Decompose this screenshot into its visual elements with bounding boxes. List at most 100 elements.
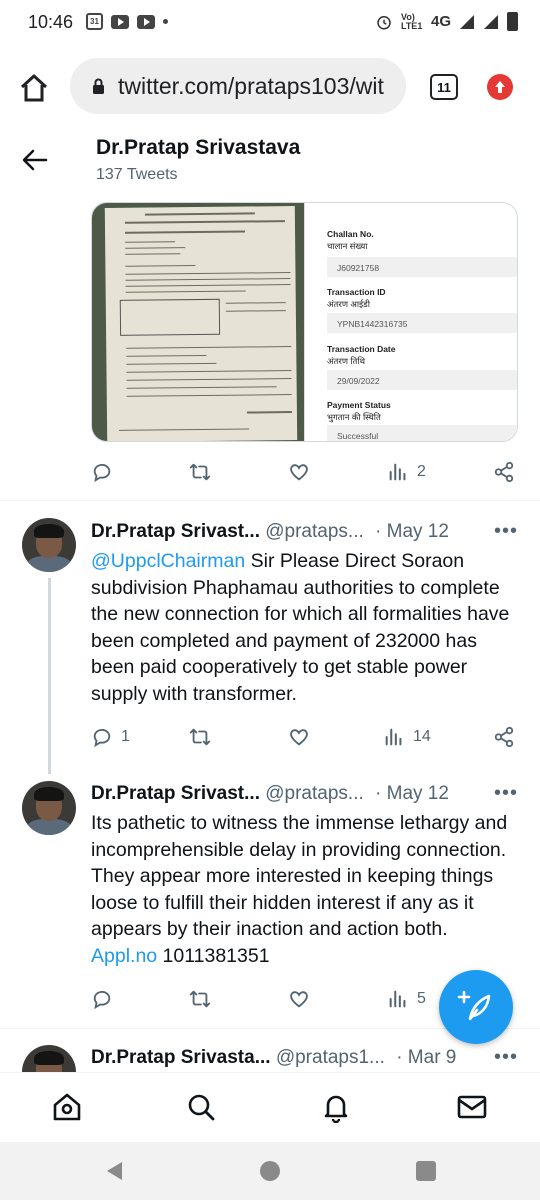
payment-receipt[interactable]: Challan No. चालान संख्या J60921758 Trans… [304, 203, 517, 441]
avatar[interactable] [22, 518, 76, 572]
heart-icon [290, 729, 308, 746]
tweet-header: Dr.Pratap Srivast... @prataps... · May 1… [91, 521, 449, 543]
views-count: 14 [413, 728, 431, 745]
retweet-button[interactable] [189, 722, 219, 752]
tweet-text[interactable]: @UppclChairman Sir Please Direct Soraon … [91, 548, 516, 707]
receipt-value-txn-id: YPNB1442316735 [327, 313, 517, 333]
notifications-bell-icon[interactable] [320, 1091, 352, 1123]
reply-button[interactable] [91, 457, 121, 487]
youtube-icon [111, 14, 129, 29]
views-chart-icon [385, 728, 402, 746]
status-time: 10:46 [28, 12, 74, 32]
bottom-navigation [0, 1072, 540, 1142]
avatar[interactable] [22, 781, 76, 835]
share-button[interactable] [493, 457, 515, 487]
tweet-author-name[interactable]: Dr.Pratap Srivast... [91, 521, 260, 542]
tweet-handle[interactable]: @prataps... [265, 783, 364, 804]
volte-label: Vo) LTE1 [400, 11, 423, 31]
reply-button[interactable] [91, 984, 121, 1014]
views-count: 2 [417, 463, 426, 480]
tweet-date[interactable]: · May 12 [375, 521, 449, 542]
tweet-text-body: Its pathetic to witness the immense leth… [91, 812, 508, 940]
youtube-icon [137, 14, 155, 29]
url-text[interactable]: twitter.com/prataps103/wit [118, 73, 398, 100]
mention-link[interactable]: @UppclChairman [91, 550, 245, 572]
retweet-button[interactable] [189, 457, 219, 487]
views-count: 5 [417, 990, 426, 1007]
tweet-link[interactable]: Appl.no [91, 945, 157, 967]
charges-table [119, 298, 221, 336]
tweet-text-tail: 1011381351 [157, 944, 270, 967]
receipt-label-payment-status: Payment Status [327, 400, 391, 410]
views-chart-icon [389, 463, 406, 481]
share-icon [494, 461, 514, 483]
avatar[interactable] [22, 1045, 76, 1072]
tweet-actions: 1 14 [91, 722, 521, 752]
battery-icon [507, 12, 518, 31]
like-button[interactable] [288, 984, 318, 1014]
home-icon[interactable] [18, 72, 50, 104]
tweet-handle[interactable]: @prataps... [265, 521, 364, 542]
share-icon [494, 726, 514, 748]
reply-count: 1 [121, 728, 130, 745]
share-button[interactable] [493, 722, 515, 752]
tweet-author-name[interactable]: Dr.Pratap Srivasta... [91, 1047, 271, 1068]
reply-icon [93, 728, 111, 748]
update-icon[interactable] [487, 74, 513, 100]
document-paper [104, 206, 298, 441]
back-arrow-icon[interactable] [22, 148, 48, 172]
retweet-icon [189, 463, 211, 481]
retweet-button[interactable] [189, 984, 219, 1014]
receipt-label-txn-date-hi: अंतरण तिथि [327, 356, 366, 366]
tweet-author-name[interactable]: Dr.Pratap Srivast... [91, 783, 260, 804]
address-bar[interactable]: twitter.com/prataps103/wit [70, 58, 406, 114]
compose-tweet-button[interactable] [439, 970, 513, 1044]
tweet-date[interactable]: · Mar 9 [396, 1047, 456, 1068]
tweet-media[interactable]: Challan No. चालान संख्या J60921758 Trans… [91, 202, 518, 442]
document-photo[interactable] [92, 203, 304, 441]
more-options-icon[interactable]: ••• [494, 1046, 518, 1069]
system-status-icons: Vo) LTE1 4G [375, 12, 518, 31]
back-triangle-icon[interactable] [104, 1160, 124, 1182]
compose-feather-icon [457, 990, 491, 1021]
tweet-text[interactable]: Its pathetic to witness the immense leth… [91, 810, 516, 969]
retweet-icon [189, 728, 211, 746]
receipt-label-txn-id-hi: अंतरण आईडी [327, 299, 370, 309]
messages-envelope-icon[interactable] [456, 1091, 488, 1123]
tweet-actions: 2 [91, 457, 521, 487]
more-options-icon[interactable]: ••• [494, 520, 518, 543]
search-nav-icon[interactable] [185, 1091, 217, 1123]
heart-icon [290, 464, 308, 481]
more-notifications-dot-icon [163, 19, 168, 24]
tweet-date[interactable]: · May 12 [375, 783, 449, 804]
home-nav-icon[interactable] [51, 1091, 83, 1123]
views-button[interactable]: 2 [387, 457, 426, 487]
like-button[interactable] [288, 457, 318, 487]
recents-square-icon[interactable] [415, 1160, 437, 1182]
system-navigation-bar [0, 1142, 540, 1200]
receipt-label-txn-date: Transaction Date [327, 344, 396, 354]
notification-icons: 31 [86, 13, 168, 30]
like-button[interactable] [288, 722, 318, 752]
tweet-count: 137 Tweets [96, 166, 178, 183]
calendar-icon: 31 [86, 13, 103, 30]
tab-switcher-button[interactable]: 11 [430, 74, 458, 100]
tweet-header: Dr.Pratap Srivast... @prataps... · May 1… [91, 783, 449, 805]
views-chart-icon [389, 990, 406, 1008]
reply-button[interactable]: 1 [91, 722, 130, 752]
thread-connector [48, 578, 51, 774]
heart-icon [290, 991, 308, 1008]
home-circle-icon[interactable] [259, 1160, 281, 1182]
browser-toolbar: twitter.com/prataps103/wit 11 [0, 50, 540, 130]
tweet-handle[interactable]: @prataps1... [276, 1047, 385, 1068]
network-type: 4G [430, 13, 451, 30]
tweet-text-body: Sir Please Direct Soraon subdivision Pha… [91, 550, 510, 705]
views-button[interactable]: 5 [387, 984, 426, 1014]
reply-icon [93, 990, 111, 1010]
views-button[interactable]: 14 [383, 722, 431, 752]
receipt-label-txn-id: Transaction ID [327, 287, 386, 297]
more-options-icon[interactable]: ••• [494, 782, 518, 805]
status-bar: 10:46 31 Vo) LTE1 4G [0, 0, 540, 46]
alarm-icon [377, 15, 391, 29]
receipt-value-txn-date: 29/09/2022 [327, 370, 517, 390]
